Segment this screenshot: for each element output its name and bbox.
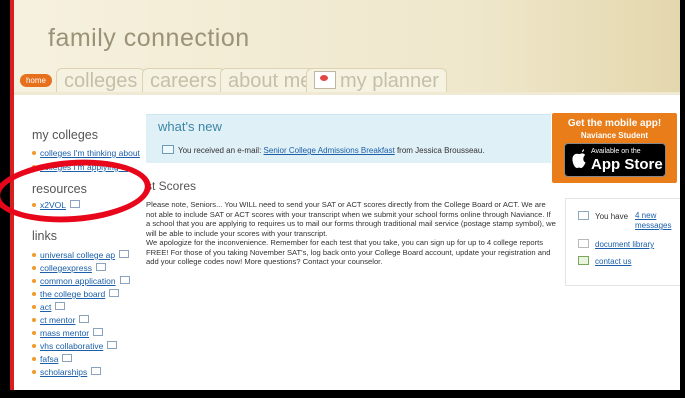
link-label: common application [40, 276, 116, 286]
main-tabs: home colleges careers about me my planne… [14, 68, 680, 92]
bullet-icon [32, 357, 36, 361]
messages-icon [578, 211, 589, 220]
app-store-small-text: Available on the [591, 148, 641, 155]
mobile-app-badge[interactable]: Get the mobile app! Naviance Student Ava… [552, 113, 677, 183]
brand-title: family connection [48, 24, 250, 52]
external-link-icon [93, 328, 104, 336]
tab-careers[interactable]: careers [142, 68, 225, 92]
whats-new-title: what's new [158, 119, 222, 134]
app-badge-subheadline: Naviance Student [580, 131, 649, 140]
link-collegexpress[interactable]: collegexpress [32, 263, 142, 274]
external-link-icon [119, 250, 130, 258]
external-link-icon [107, 341, 118, 349]
link-label: collegexpress [40, 263, 92, 273]
external-link-icon [79, 315, 90, 323]
tab-my-planner[interactable]: my planner [306, 68, 447, 92]
link-label: act [40, 302, 52, 312]
message-suffix: from Jessica Brousseau. [394, 146, 485, 155]
contact-us-item: contact us [578, 256, 631, 266]
link-fafsa[interactable]: fafsa [32, 354, 142, 365]
bullet-icon [32, 266, 36, 270]
bullet-icon [32, 318, 36, 322]
link-ct-mentor[interactable]: ct mentor [32, 315, 142, 326]
contact-us-link[interactable]: contact us [595, 257, 631, 266]
bullet-icon [32, 151, 36, 155]
links-title: links [32, 229, 58, 243]
bullet-icon [32, 292, 36, 296]
my-colleges-title: my colleges [32, 128, 98, 142]
external-link-icon [62, 354, 73, 362]
bullet-icon [32, 305, 36, 309]
tab-my-planner-label: my planner [340, 70, 439, 92]
link-label: ct mentor [40, 315, 76, 325]
whats-new-panel: what's new You received an e-mail: Senio… [146, 114, 551, 163]
link-universal-college-ap[interactable]: universal college ap [32, 250, 142, 261]
bullet-icon [32, 344, 36, 348]
link-label: fafsa [40, 354, 59, 364]
email-subject-link[interactable]: Senior College Admissions Breakfast [264, 146, 395, 155]
tab-about-me[interactable]: about me [220, 68, 320, 92]
test-scores-title: st Scores [146, 179, 197, 193]
link-label: vhs collaborative [40, 341, 104, 351]
link-college-board[interactable]: the college board [32, 289, 142, 300]
apple-icon [572, 149, 586, 168]
link-mass-mentor[interactable]: mass mentor [32, 328, 142, 339]
external-link-icon [95, 263, 106, 271]
bullet-icon [32, 279, 36, 283]
document-library-link[interactable]: document library [595, 240, 654, 249]
tab-colleges[interactable]: colleges [56, 68, 146, 92]
link-common-application[interactable]: common application [32, 276, 142, 287]
whats-new-message: You received an e-mail: Senior College A… [162, 145, 485, 155]
document-library-item: document library [578, 239, 654, 249]
external-link-icon [109, 289, 120, 297]
test-scores-paragraph-2: We apologize for the inconvenience. Reme… [146, 238, 551, 266]
messages-prefix: You have [595, 212, 629, 221]
bullet-icon [32, 253, 36, 257]
app-store-big-text: App Store [591, 156, 663, 173]
messages-link-wrap: 4 new messages [635, 211, 679, 231]
link-label: universal college ap [40, 250, 116, 260]
link-label: scholarships [40, 367, 88, 377]
header-divider [14, 92, 680, 95]
external-link-icon [55, 302, 66, 310]
link-colleges-thinking-about[interactable]: colleges I'm thinking about [32, 148, 140, 159]
app-badge-headline: Get the mobile app! [567, 118, 662, 129]
test-scores-body: Please note, Seniors... You WILL need to… [146, 200, 556, 267]
bullet-icon [32, 370, 36, 374]
quick-links-panel: You have 4 new messages document library… [565, 198, 680, 286]
link-act[interactable]: act [32, 302, 142, 313]
messages-item: You have [578, 211, 628, 221]
link-vhs-collaborative[interactable]: vhs collaborative [32, 341, 142, 352]
message-prefix: You received an e-mail: [178, 146, 264, 155]
planner-icon [314, 71, 336, 89]
header: family connection home colleges careers … [14, 0, 680, 92]
link-label: the college board [40, 289, 106, 299]
external-link-icon [91, 367, 102, 375]
new-messages-link[interactable]: 4 new messages [635, 211, 671, 230]
test-scores-paragraph-1: Please note, Seniors... You WILL need to… [146, 200, 556, 238]
tab-home[interactable]: home [20, 74, 52, 87]
external-link-icon [119, 276, 130, 284]
link-scholarships[interactable]: scholarships [32, 367, 142, 378]
link-label: colleges I'm thinking about [40, 148, 140, 158]
document-icon [578, 239, 589, 248]
app-store-button[interactable]: Available on the App Store [564, 143, 666, 177]
mail-icon [162, 145, 174, 154]
bullet-icon [32, 331, 36, 335]
link-label: mass mentor [40, 328, 90, 338]
contact-icon [578, 256, 589, 265]
